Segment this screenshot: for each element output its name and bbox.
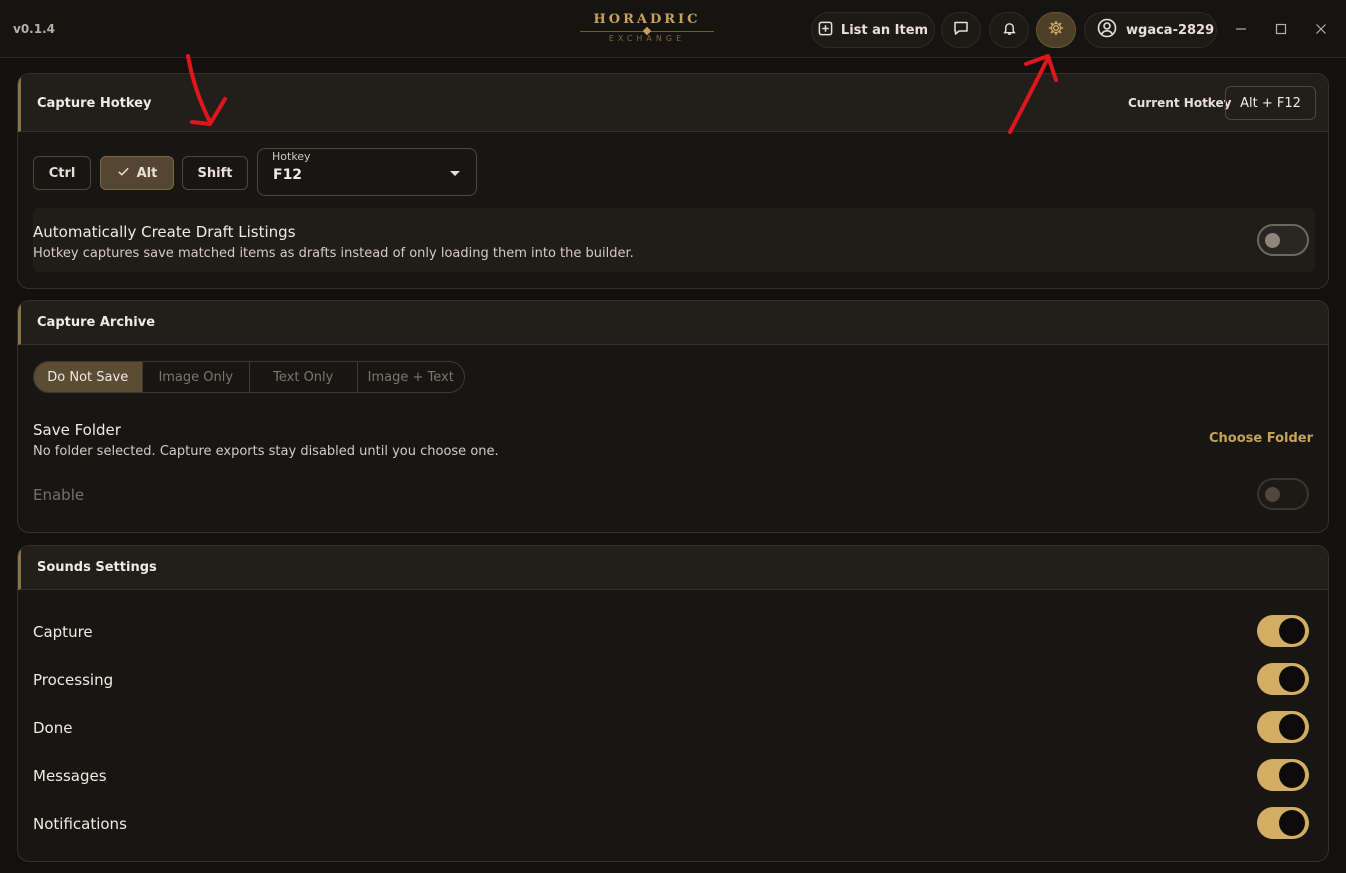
toggle-knob [1279,762,1305,788]
caret-down-icon [450,171,460,176]
modifier-ctrl-label: Ctrl [48,165,76,181]
archive-mode-text-only[interactable]: Text Only [250,362,358,392]
hotkey-select-value: F12 [273,167,303,183]
draft-listings-row: Automatically Create Draft Listings Hotk… [33,208,1315,272]
archive-enable-toggle[interactable] [1257,478,1309,510]
capture-hotkey-title: Capture Hotkey [37,96,152,111]
capture-archive-card: Capture Archive Do Not Save Image Only T… [17,300,1329,533]
current-hotkey-label: Current Hotkey [1128,96,1232,110]
sound-capture-label: Capture [33,623,93,641]
sound-notifications-toggle[interactable] [1257,807,1309,839]
gear-icon [1048,20,1064,40]
toggle-knob [1279,810,1305,836]
sounds-settings-header: Sounds Settings [18,546,1328,590]
app-version: v0.1.4 [13,22,55,36]
capture-hotkey-header: Capture Hotkey Current Hotkey Alt + F12 [18,74,1328,132]
toggle-knob [1265,233,1280,248]
chat-icon [953,20,969,40]
save-folder-title: Save Folder [33,421,121,439]
logo-subtitle: EXCHANGE [608,34,686,43]
choose-folder-button[interactable]: Choose Folder [1209,431,1313,446]
hotkey-select-label: Hotkey [272,150,311,163]
sound-processing-toggle[interactable] [1257,663,1309,695]
sound-messages-toggle[interactable] [1257,759,1309,791]
hotkey-select[interactable]: Hotkey F12 [257,148,477,196]
toggle-knob [1279,618,1305,644]
save-folder-description: No folder selected. Capture exports stay… [33,444,499,459]
modifier-ctrl-button[interactable]: Ctrl [33,156,91,190]
app-logo: HORADRIC EXCHANGE [578,12,716,46]
toggle-knob [1279,714,1305,740]
capture-archive-header: Capture Archive [18,301,1328,345]
toggle-knob [1265,487,1280,502]
user-menu-button[interactable]: wgaca-2829 [1084,12,1217,48]
close-icon [1315,21,1327,39]
settings-button[interactable] [1036,12,1076,48]
current-hotkey-value: Alt + F12 [1225,86,1316,120]
list-item-label: List an Item [840,22,929,38]
plus-square-icon [818,21,833,40]
sound-processing-label: Processing [33,671,114,689]
capture-hotkey-card: Capture Hotkey Current Hotkey Alt + F12 … [17,73,1329,289]
sound-done-toggle[interactable] [1257,711,1309,743]
archive-mode-selector: Do Not Save Image Only Text Only Image +… [33,361,465,393]
sound-capture-toggle[interactable] [1257,615,1309,647]
sounds-settings-card: Sounds Settings Capture Processing Done … [17,545,1329,862]
sound-done-label: Done [33,719,73,737]
archive-mode-do-not-save[interactable]: Do Not Save [34,362,143,392]
sound-notifications-label: Notifications [33,815,127,833]
bell-icon [1002,21,1017,40]
maximize-icon [1275,21,1287,39]
toggle-knob [1279,666,1305,692]
minimize-button[interactable] [1229,18,1253,42]
archive-mode-image-only[interactable]: Image Only [143,362,250,392]
modifier-alt-label: Alt [136,165,158,181]
draft-listings-description: Hotkey captures save matched items as dr… [33,246,634,261]
modifier-shift-label: Shift [197,165,233,181]
draft-listings-toggle[interactable] [1257,224,1309,256]
maximize-button[interactable] [1269,18,1293,42]
sounds-settings-title: Sounds Settings [37,560,157,575]
username-label: wgaca-2829 [1126,22,1215,38]
logo-title: HORADRIC [593,12,701,27]
close-button[interactable] [1309,18,1333,42]
messages-button[interactable] [941,12,981,48]
check-icon [117,165,130,182]
minimize-icon [1235,21,1247,39]
list-item-button[interactable]: List an Item [811,12,935,48]
modifier-shift-button[interactable]: Shift [182,156,248,190]
archive-enable-label: Enable [33,486,85,504]
modifier-alt-button[interactable]: Alt [100,156,174,190]
user-circle-icon [1097,18,1117,42]
notifications-button[interactable] [989,12,1029,48]
sound-messages-label: Messages [33,767,107,785]
draft-listings-title: Automatically Create Draft Listings [33,223,296,241]
archive-mode-image-text[interactable]: Image + Text [358,362,465,392]
capture-archive-title: Capture Archive [37,315,156,330]
title-bar: v0.1.4 HORADRIC EXCHANGE List an Item wg… [0,0,1346,58]
